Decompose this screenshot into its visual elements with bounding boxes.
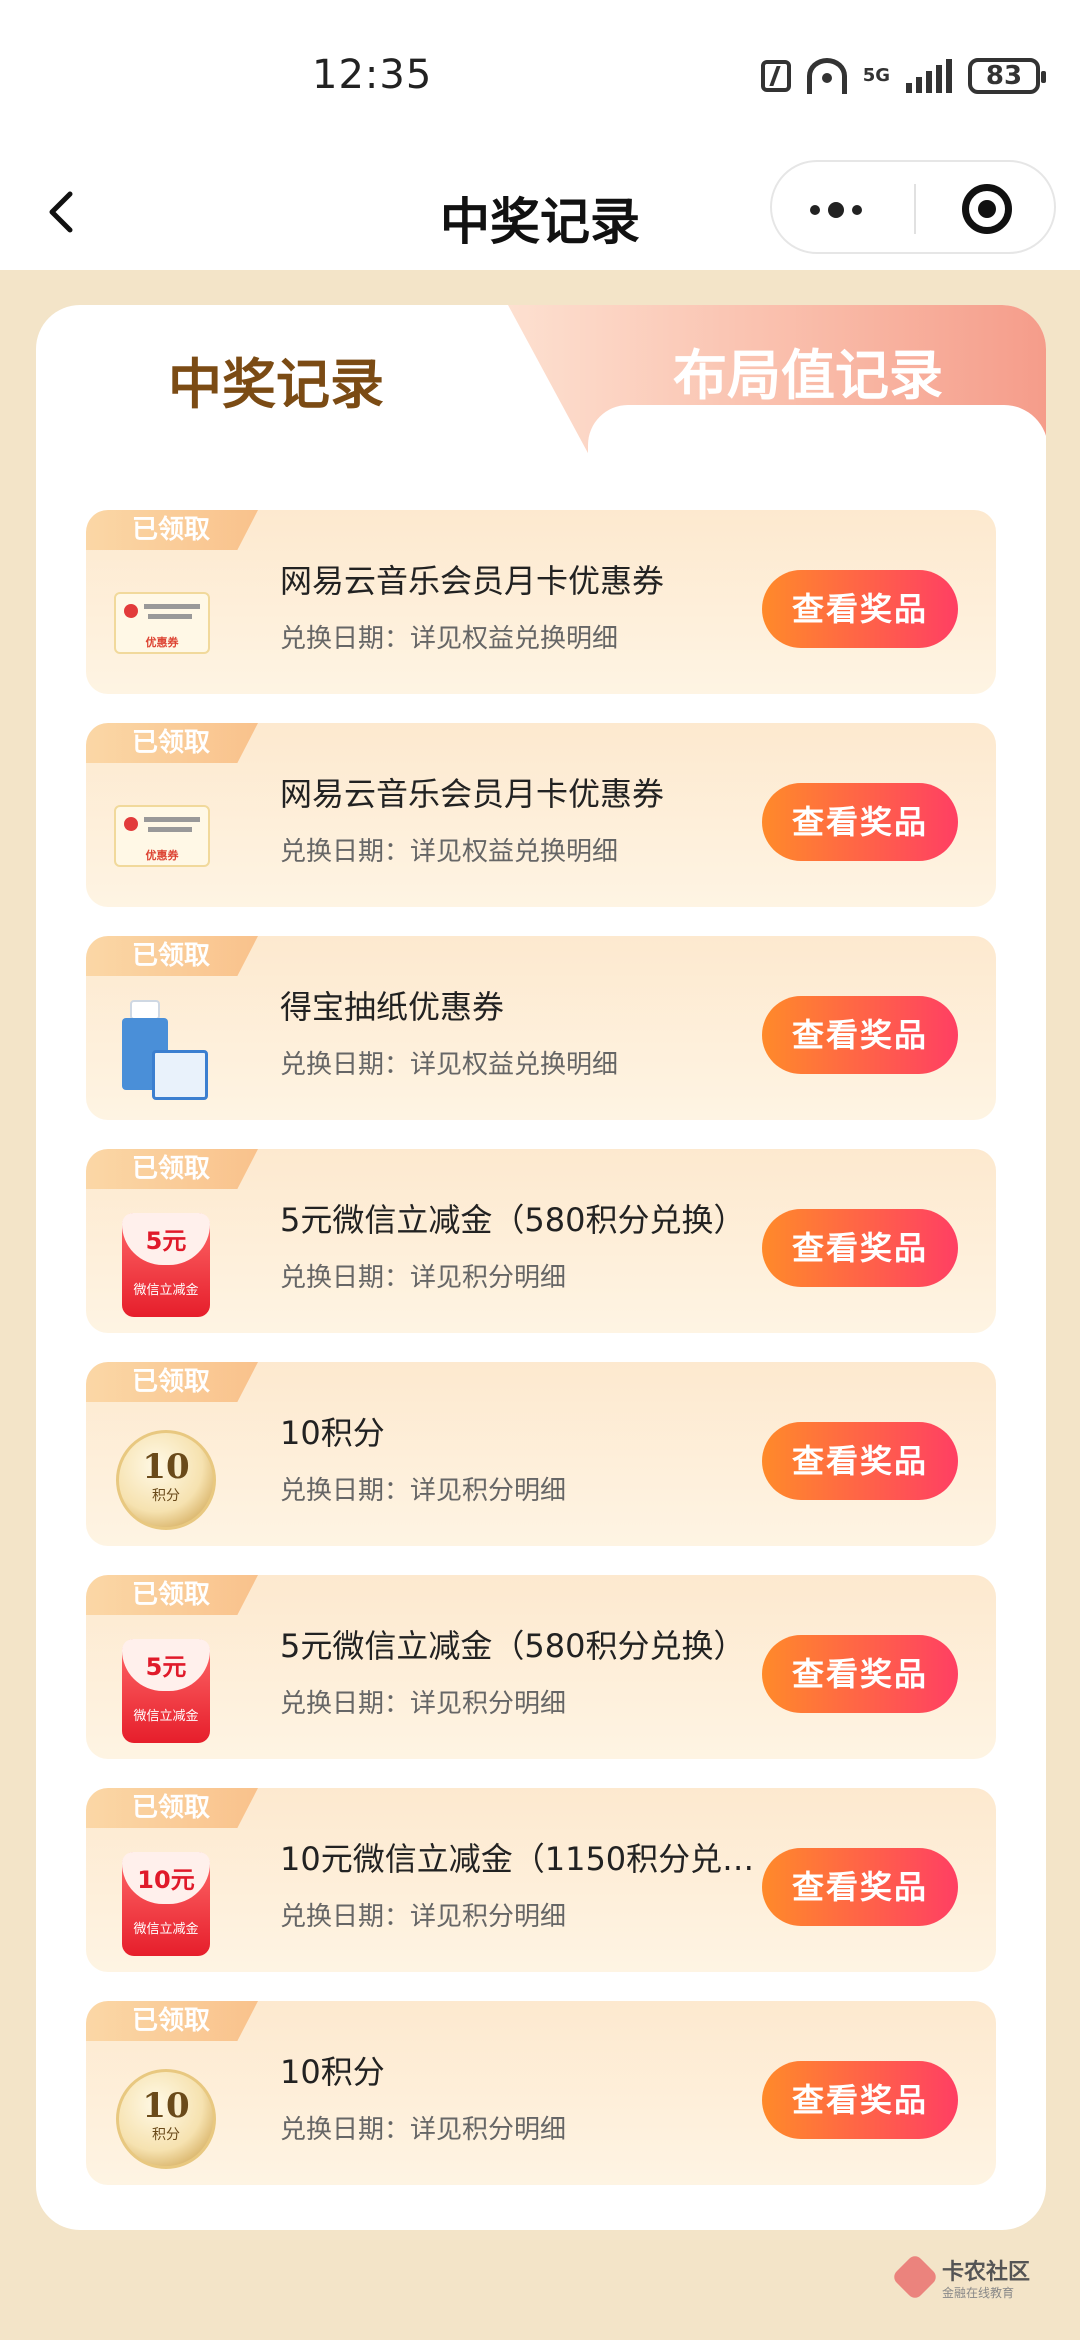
red-packet-thumbnail: 5元 微信立减金 [122, 1213, 210, 1317]
view-prize-button[interactable]: 查看奖品 [762, 1848, 958, 1926]
watermark-logo: 卡农社区 金融在线教育 [890, 2252, 1058, 2314]
coupon-tag: 优惠券 [145, 849, 179, 862]
prize-date: 兑换日期：详见权益兑换明细 [280, 624, 619, 654]
coin-label: 积分 [152, 2127, 180, 2143]
tab-curve-decoration [588, 405, 1046, 485]
prize-item: 已领取 优惠券 网易云音乐会员月卡优惠券 兑换日期：详见权益兑换明细 查看奖品 [86, 723, 996, 907]
claimed-badge: 已领取 [86, 1788, 258, 1828]
coupon-thumbnail: 优惠券 [114, 805, 210, 867]
prize-date: 兑换日期：详见积分明细 [280, 2115, 567, 2145]
claimed-badge: 已领取 [86, 1149, 258, 1189]
status-bar: 12:35 5G 83 [0, 0, 1080, 160]
tissue-thumbnail [122, 1000, 210, 1112]
prize-title: 10元微信立减金（1150积分兑… [280, 1840, 755, 1878]
watermark-subtitle: 金融在线教育 [942, 2286, 1015, 2300]
more-icon[interactable] [810, 202, 862, 218]
records-card: 布局值记录 中奖记录 已领取 优惠券 网易云音乐会员月卡优惠券 兑换日期：详见权… [36, 305, 1046, 2230]
prize-item: 已领取 得宝抽纸优惠券 兑换日期：详见权益兑换明细 查看奖品 [86, 936, 996, 1120]
network-label: 5G [862, 65, 890, 86]
battery-icon: 83 [968, 58, 1046, 94]
prize-title: 网易云音乐会员月卡优惠券 [280, 562, 665, 600]
view-prize-button[interactable]: 查看奖品 [762, 2061, 958, 2139]
tab-label: 布局值记录 [673, 344, 943, 407]
nav-bar: 中奖记录 [0, 160, 1080, 270]
view-prize-button[interactable]: 查看奖品 [762, 570, 958, 648]
status-time: 12:35 [312, 52, 433, 98]
prize-date: 兑换日期：详见权益兑换明细 [280, 1050, 619, 1080]
claimed-badge: 已领取 [86, 510, 258, 550]
tab-label: 中奖记录 [168, 353, 384, 416]
tabs: 布局值记录 中奖记录 [36, 305, 1046, 485]
claimed-badge: 已领取 [86, 1575, 258, 1615]
red-packet-caption: 微信立减金 [133, 1709, 199, 1724]
watermark-title: 卡农社区 [942, 2260, 1031, 2285]
prize-item: 已领取 10元 微信立减金 10元微信立减金（1150积分兑… 兑换日期：详见积… [86, 1788, 996, 1972]
red-packet-caption: 微信立减金 [133, 1283, 199, 1298]
points-coin-thumbnail: 10 积分 [116, 2069, 216, 2169]
view-prize-button[interactable]: 查看奖品 [762, 1422, 958, 1500]
coin-label: 积分 [152, 1488, 180, 1504]
claimed-badge: 已领取 [86, 936, 258, 976]
view-prize-button[interactable]: 查看奖品 [762, 783, 958, 861]
coin-number: 10 [142, 2086, 190, 2126]
red-packet-thumbnail: 10元 微信立减金 [122, 1852, 210, 1956]
view-prize-button[interactable]: 查看奖品 [762, 996, 958, 1074]
prize-date: 兑换日期：详见积分明细 [280, 1263, 567, 1293]
prize-list: 已领取 优惠券 网易云音乐会员月卡优惠券 兑换日期：详见权益兑换明细 查看奖品 … [86, 510, 996, 2214]
capsule-divider [914, 184, 916, 234]
prize-item: 已领取 10 积分 10积分 兑换日期：详见积分明细 查看奖品 [86, 2001, 996, 2185]
prize-title: 5元微信立减金（580积分兑换） [280, 1627, 746, 1665]
prize-title: 10积分 [280, 2053, 385, 2091]
prize-date: 兑换日期：详见积分明细 [280, 1902, 567, 1932]
nfc-icon [760, 60, 791, 92]
tab-prize-records[interactable]: 中奖记录 [36, 305, 556, 455]
signal-icon [906, 59, 952, 93]
red-packet-amount: 5元 [122, 1639, 210, 1691]
prize-title: 10积分 [280, 1414, 385, 1452]
prize-title: 得宝抽纸优惠券 [280, 988, 505, 1026]
watermark-icon [890, 2252, 940, 2302]
status-icons: 5G 83 [760, 58, 1046, 94]
claimed-badge: 已领取 [86, 2001, 258, 2041]
points-coin-thumbnail: 10 积分 [116, 1430, 216, 1530]
claimed-badge: 已领取 [86, 723, 258, 763]
prize-date: 兑换日期：详见积分明细 [280, 1476, 567, 1506]
prize-item: 已领取 优惠券 网易云音乐会员月卡优惠券 兑换日期：详见权益兑换明细 查看奖品 [86, 510, 996, 694]
coupon-thumbnail: 优惠券 [114, 592, 210, 654]
prize-title: 5元微信立减金（580积分兑换） [280, 1201, 746, 1239]
prize-title: 网易云音乐会员月卡优惠券 [280, 775, 665, 813]
coupon-tag: 优惠券 [145, 636, 179, 649]
view-prize-button[interactable]: 查看奖品 [762, 1209, 958, 1287]
view-prize-button[interactable]: 查看奖品 [762, 1635, 958, 1713]
red-packet-thumbnail: 5元 微信立减金 [122, 1639, 210, 1743]
red-packet-amount: 5元 [122, 1213, 210, 1265]
close-target-icon[interactable] [962, 184, 1012, 234]
red-packet-caption: 微信立减金 [133, 1922, 199, 1937]
prize-item: 已领取 5元 微信立减金 5元微信立减金（580积分兑换） 兑换日期：详见积分明… [86, 1575, 996, 1759]
coin-number: 10 [142, 1447, 190, 1487]
prize-item: 已领取 5元 微信立减金 5元微信立减金（580积分兑换） 兑换日期：详见积分明… [86, 1149, 996, 1333]
claimed-badge: 已领取 [86, 1362, 258, 1402]
red-packet-amount: 10元 [122, 1852, 210, 1904]
prize-date: 兑换日期：详见权益兑换明细 [280, 837, 619, 867]
mini-program-capsule [770, 160, 1056, 254]
hotspot-icon [806, 58, 847, 94]
prize-item: 已领取 10 积分 10积分 兑换日期：详见积分明细 查看奖品 [86, 1362, 996, 1546]
prize-date: 兑换日期：详见积分明细 [280, 1689, 567, 1719]
